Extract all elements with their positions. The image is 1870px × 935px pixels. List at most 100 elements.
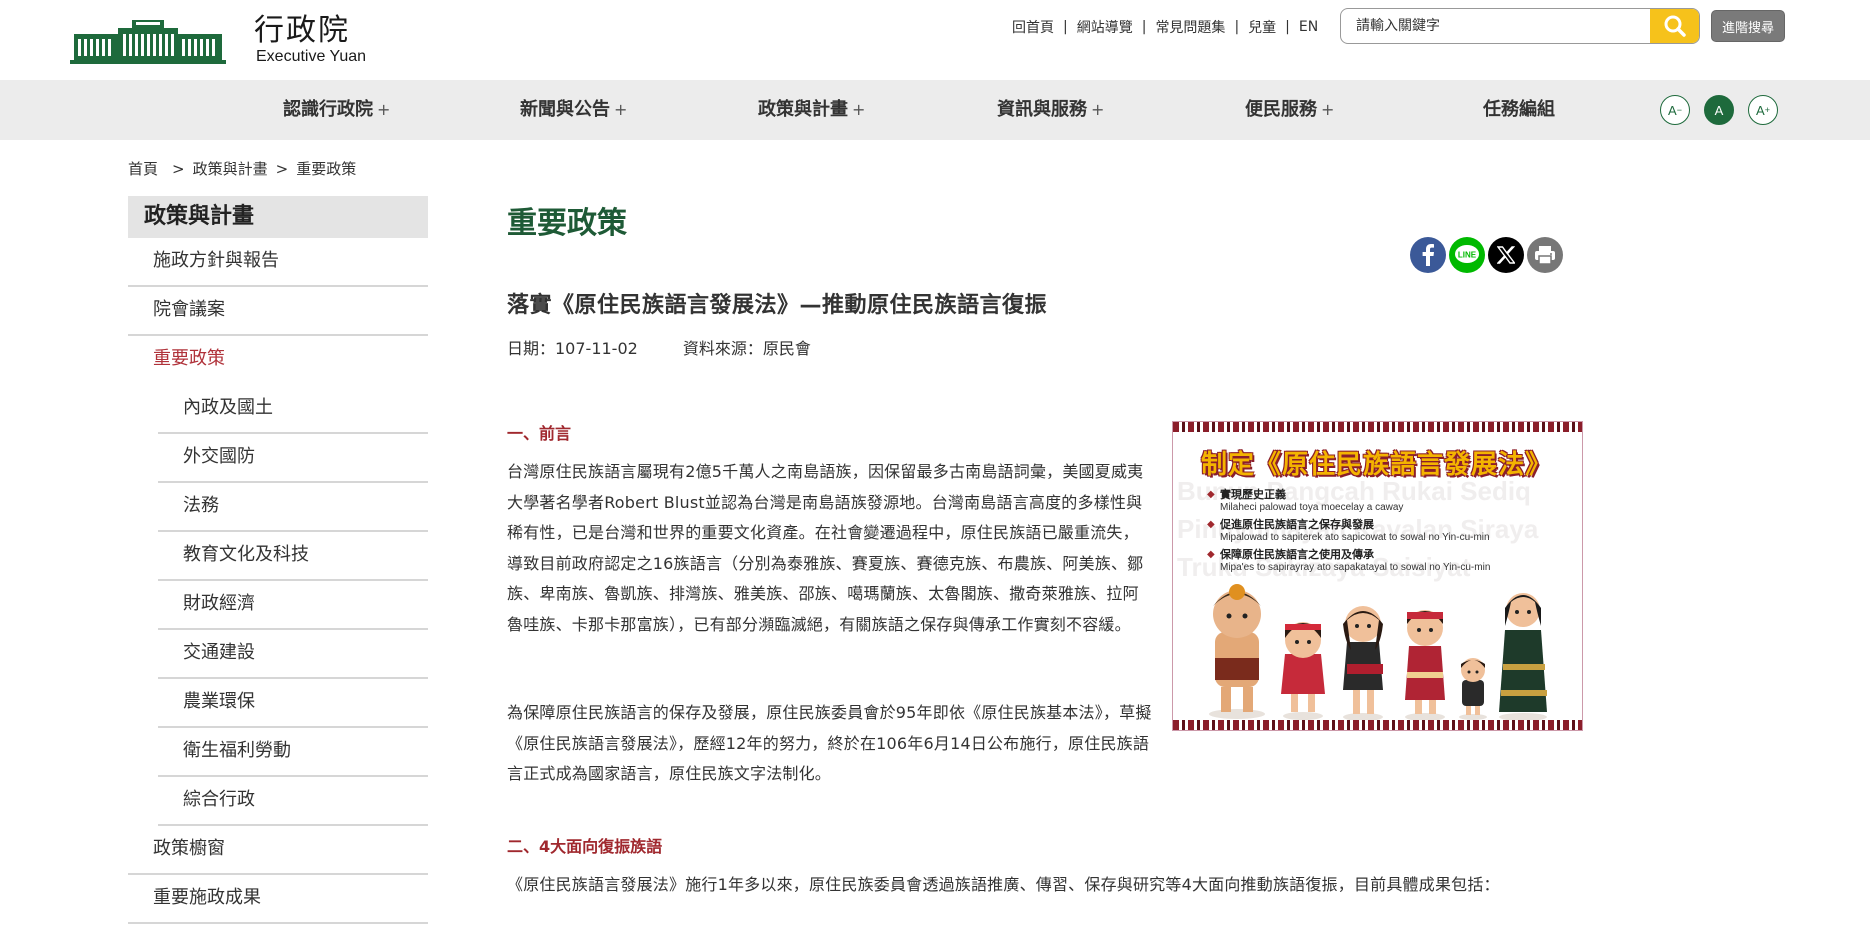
font-size-large-sup: +: [1764, 105, 1770, 115]
top-link-kids[interactable]: 兒童: [1248, 17, 1276, 37]
sidebar-subitem-interior[interactable]: 內政及國土: [158, 385, 428, 434]
breadcrumb-policy[interactable]: 政策與計畫: [193, 158, 268, 179]
sidebar-heading: 政策與計畫: [128, 196, 428, 238]
language-law-illustration: Bunun Pangcah Rukai Sediq Pinuyumayan Ka…: [1172, 421, 1583, 731]
search-box: [1340, 8, 1700, 44]
tribal-pattern-border: [1173, 720, 1582, 730]
sidebar-subitem-justice[interactable]: 法務: [158, 483, 428, 532]
top-link-english[interactable]: EN: [1299, 19, 1318, 35]
nav-item-label: 政策與計畫: [758, 99, 848, 120]
nav-expand-icon: +: [614, 100, 628, 119]
breadcrumb-current[interactable]: 重要政策: [296, 158, 356, 179]
sidebar-item-achievements[interactable]: 重要施政成果: [128, 875, 428, 924]
breadcrumb-separator: >: [172, 159, 185, 178]
x-icon: [1497, 246, 1515, 264]
sidebar-item-cabinet-bills[interactable]: 院會議案: [128, 287, 428, 336]
line-icon: LINE: [1455, 245, 1479, 263]
section-title-intro: 一、前言: [507, 424, 572, 443]
logo-title: 行政院: [254, 13, 350, 48]
nav-expand-icon: +: [1091, 100, 1105, 119]
font-size-medium-button[interactable]: A: [1704, 95, 1734, 125]
nav-item-services[interactable]: 便民服務 +: [1245, 80, 1334, 140]
top-link-separator: |: [1063, 19, 1068, 35]
paragraph-achievements: 《原住民族語言發展法》施行1年多以來，原住民族委員會透過族語推廣、傳習、保存與研…: [507, 875, 1500, 894]
breadcrumb-home[interactable]: 首頁: [128, 158, 158, 179]
character-girl-icon: [1281, 622, 1325, 720]
sidebar-item-policy-window[interactable]: 政策櫥窗: [128, 826, 428, 875]
top-links: 回首頁 | 網站導覽 | 常見問題集 | 兒童 | EN: [1012, 17, 1318, 37]
font-size-large-label: A: [1756, 102, 1765, 118]
sidebar-item-reports[interactable]: 施政方針與報告: [128, 238, 428, 287]
paragraph-law: 為保障原住民族語言的保存及發展，原住民族委員會於95年即依《原住民族基本法》，草…: [507, 703, 1152, 783]
print-button[interactable]: [1527, 237, 1563, 273]
main-nav: 認識行政院 + 新聞與公告 + 政策與計畫 + 資訊與服務 + 便民服務 + 任務編組: [0, 80, 1870, 140]
top-link-separator: |: [1234, 19, 1240, 35]
top-link-sitemap[interactable]: 網站導覽: [1077, 17, 1133, 37]
executive-yuan-building-icon: [70, 20, 226, 64]
paragraph-intro: 台灣原住民族語言屬現有2億5千萬人之南島語族，因保留最多古南島語詞彙，美國夏威夷…: [507, 462, 1144, 634]
nav-item-label: 新聞與公告: [520, 99, 610, 120]
search-button[interactable]: [1650, 9, 1699, 43]
sidebar-subitem-general-admin[interactable]: 綜合行政: [158, 777, 428, 826]
page-title: 重要政策: [507, 206, 627, 241]
line-icon-text: LINE: [1458, 251, 1477, 260]
figure-bullet-zh: 保障原住民族語言之使用及傳承: [1207, 548, 1577, 561]
nav-item-info[interactable]: 資訊與服務 +: [997, 80, 1104, 140]
print-icon: [1535, 246, 1555, 265]
font-size-small-sup: −: [1676, 105, 1682, 115]
facebook-share-button[interactable]: [1410, 237, 1446, 273]
article-meta: 日期：107-11-02 資料來源：原民會: [507, 335, 851, 359]
nav-item-news[interactable]: 新聞與公告 +: [520, 80, 627, 140]
top-link-separator: |: [1285, 19, 1290, 35]
article-date: 日期：107-11-02: [507, 339, 638, 358]
figure-bullet-native: Mipalowad to sapiterek ato sapicowat to …: [1220, 532, 1490, 543]
font-size-small-button[interactable]: A −: [1660, 95, 1690, 125]
figure-bullets: 實現歷史正義 Milaheci palowad toya moecelay a …: [1207, 488, 1577, 578]
nav-item-taskforce[interactable]: 任務編組: [1483, 80, 1559, 140]
nav-item-about[interactable]: 認識行政院 +: [283, 80, 390, 140]
sidebar-subitem-education[interactable]: 教育文化及科技: [158, 532, 428, 581]
nav-item-label: 任務編組: [1483, 99, 1555, 120]
nav-expand-icon: +: [852, 100, 866, 119]
figure-bullet-zh: 促進原住民族語言之保存與發展: [1207, 518, 1577, 531]
top-link-home[interactable]: 回首頁: [1012, 17, 1054, 37]
advanced-search-button[interactable]: 進階搜尋: [1711, 10, 1785, 42]
nav-item-label: 便民服務: [1245, 99, 1317, 120]
section-title-four-aspects: 二、4大面向復振族語: [507, 837, 663, 856]
top-link-separator: |: [1141, 19, 1147, 35]
site-logo[interactable]: 行政院 Executive Yuan: [70, 13, 370, 68]
font-size-small-label: A: [1668, 102, 1677, 118]
sidebar-subitem-finance[interactable]: 財政經濟: [158, 581, 428, 630]
sidebar: 政策與計畫 施政方針與報告 院會議案 重要政策 內政及國土 外交國防 法務 教育…: [128, 196, 428, 924]
tribal-pattern-border: [1173, 422, 1582, 432]
sidebar-subitem-foreign-defense[interactable]: 外交國防: [158, 434, 428, 483]
sidebar-subitem-transport[interactable]: 交通建設: [158, 630, 428, 679]
breadcrumb: 首頁 > 政策與計畫 > 重要政策: [128, 158, 356, 179]
nav-item-label: 資訊與服務: [997, 99, 1087, 120]
search-icon: [1664, 15, 1686, 37]
character-child-icon: [1459, 658, 1487, 720]
article-source: 資料來源：原民會: [682, 339, 811, 358]
nav-expand-icon: +: [1321, 100, 1335, 119]
nav-expand-icon: +: [377, 100, 391, 119]
character-woman-icon: [1405, 610, 1445, 721]
x-share-button[interactable]: [1488, 237, 1524, 273]
top-link-faq[interactable]: 常見問題集: [1155, 17, 1225, 37]
character-dancer-icon: [1343, 606, 1383, 721]
logo-subtitle: Executive Yuan: [256, 48, 367, 65]
sidebar-item-important-policy[interactable]: 重要政策: [128, 336, 428, 385]
site-header: 行政院 Executive Yuan 回首頁 | 網站導覽 | 常見問題集 | …: [0, 0, 1870, 80]
nav-item-label: 認識行政院: [283, 99, 373, 120]
search-input[interactable]: [1341, 9, 1651, 43]
sidebar-subitem-agriculture[interactable]: 農業環保: [158, 679, 428, 728]
figure-title: 制定《原住民族語言發展法》: [1201, 450, 1553, 480]
character-tall-woman-icon: [1499, 593, 1547, 721]
indigenous-characters-illustration: [1209, 584, 1547, 721]
font-size-medium-label: A: [1714, 102, 1724, 118]
character-elder-icon: [1209, 584, 1265, 719]
nav-item-policy[interactable]: 政策與計畫 +: [758, 80, 865, 140]
facebook-icon: [1422, 244, 1434, 266]
sidebar-subitem-welfare[interactable]: 衛生福利勞動: [158, 728, 428, 777]
font-size-large-button[interactable]: A +: [1748, 95, 1778, 125]
line-share-button[interactable]: LINE: [1449, 237, 1485, 273]
